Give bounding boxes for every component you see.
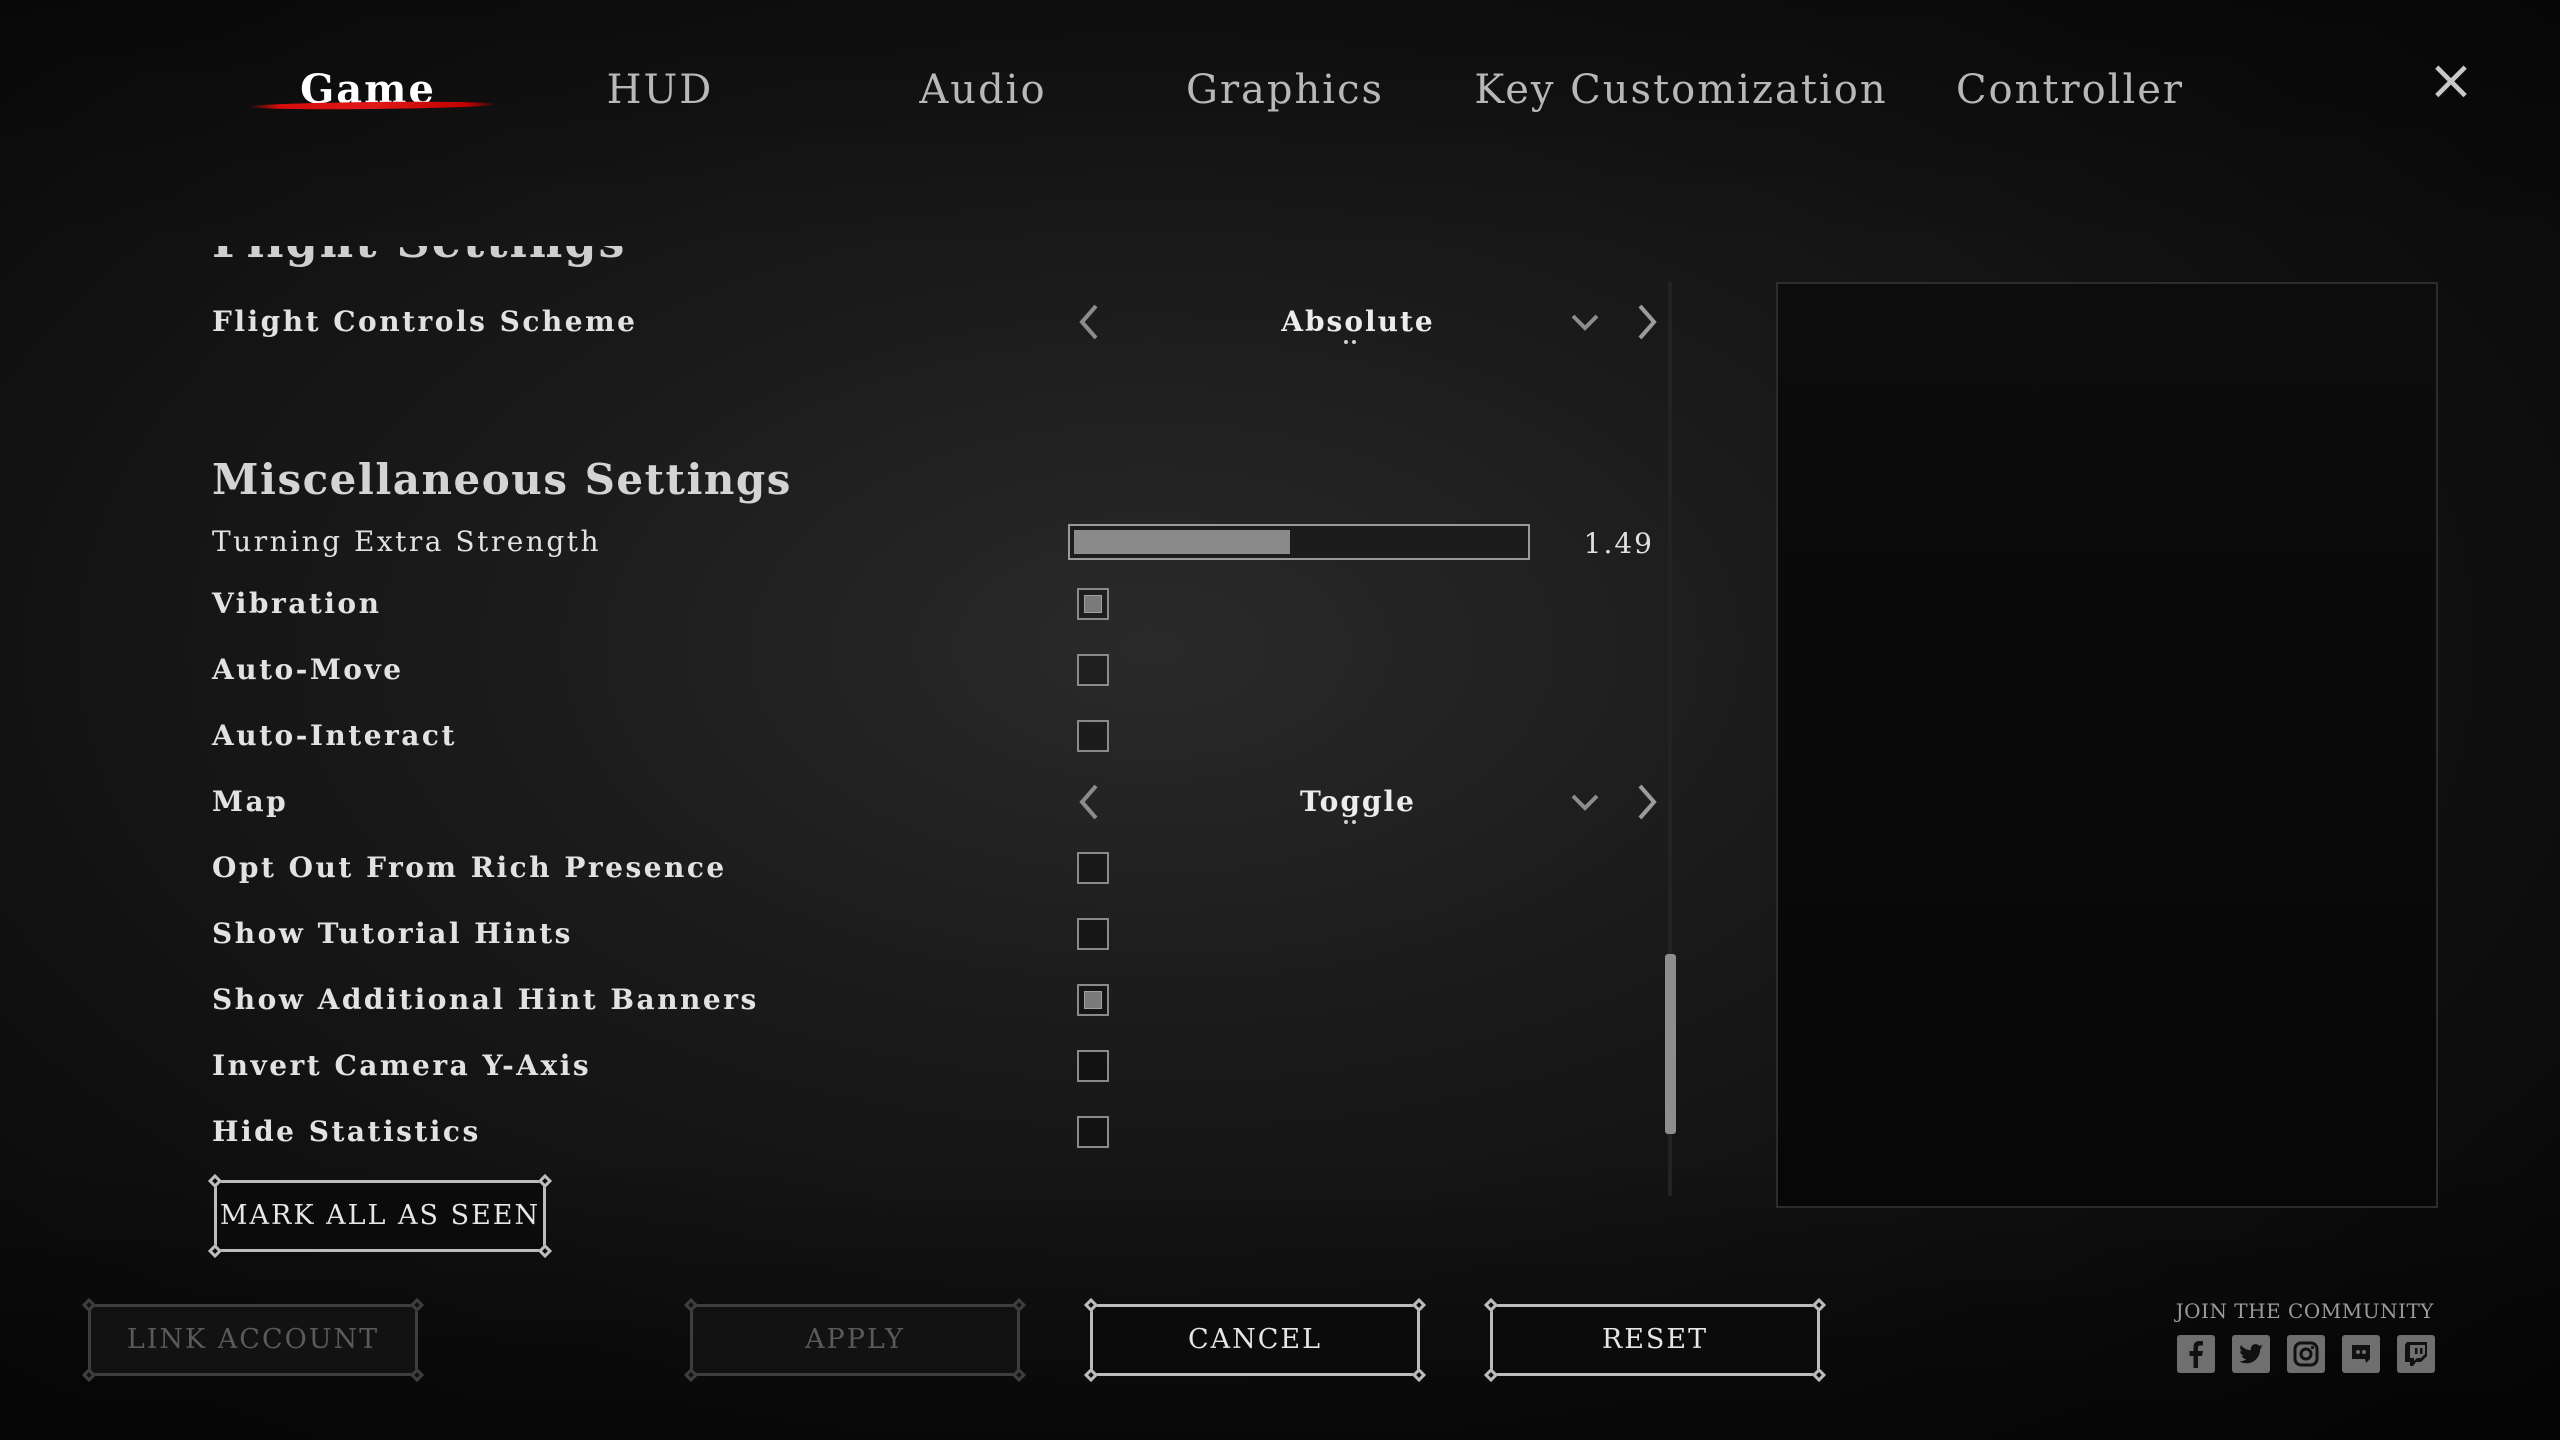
- reset-label: RESET: [1601, 1324, 1709, 1355]
- link-account-button[interactable]: LINK ACCOUNT: [81, 1297, 425, 1383]
- hide-statistics-checkbox[interactable]: [1077, 1116, 1109, 1148]
- mark-all-seen-button[interactable]: MARK ALL AS SEEN: [207, 1173, 553, 1259]
- map-next-arrow-icon[interactable]: [1626, 780, 1666, 824]
- flight-scheme-indicator: [1344, 340, 1364, 346]
- auto-move-checkbox[interactable]: [1077, 654, 1109, 686]
- tab-audio[interactable]: Audio: [883, 60, 1083, 120]
- flight-scheme-value: Absolute: [1281, 305, 1435, 338]
- tutorial-hints-checkbox[interactable]: [1077, 918, 1109, 950]
- auto-move-label: Auto-Move: [212, 653, 404, 686]
- map-chevron-down-icon[interactable]: [1568, 785, 1602, 819]
- hint-banners-checkbox[interactable]: [1077, 984, 1109, 1016]
- turning-strength-value: 1.49: [1583, 527, 1654, 560]
- rich-presence-checkbox[interactable]: [1077, 852, 1109, 884]
- mark-all-seen-label: MARK ALL AS SEEN: [219, 1200, 541, 1231]
- tab-key-customization[interactable]: Key Customization: [1466, 60, 1896, 120]
- settings-screen: Game HUD Audio Graphics Key Customizatio…: [0, 0, 2560, 1440]
- vibration-label: Vibration: [212, 587, 382, 620]
- invert-camera-label: Invert Camera Y-Axis: [212, 1049, 592, 1082]
- vibration-checkbox[interactable]: [1077, 588, 1109, 620]
- flight-controls-scheme-label: Flight Controls Scheme: [212, 305, 638, 338]
- instagram-icon[interactable]: [2286, 1334, 2326, 1374]
- cancel-button[interactable]: CANCEL: [1083, 1297, 1427, 1383]
- tutorial-hints-label: Show Tutorial Hints: [212, 917, 573, 950]
- apply-button[interactable]: APPLY: [683, 1297, 1027, 1383]
- apply-label: APPLY: [805, 1324, 905, 1355]
- tab-controller[interactable]: Controller: [1935, 60, 2205, 120]
- link-account-label: LINK ACCOUNT: [126, 1324, 380, 1355]
- misc-settings-heading: Miscellaneous Settings: [212, 455, 792, 504]
- auto-interact-label: Auto-Interact: [212, 719, 457, 752]
- settings-scroll-thumb[interactable]: [1665, 954, 1676, 1134]
- auto-interact-checkbox[interactable]: [1077, 720, 1109, 752]
- slider-fill: [1074, 530, 1290, 554]
- join-community-label: JOIN THE COMMUNITY: [2175, 1299, 2434, 1323]
- settings-tabs: Game HUD Audio Graphics Key Customizatio…: [0, 50, 2560, 130]
- setting-preview-panel: [1776, 282, 2438, 1208]
- tab-game[interactable]: Game: [268, 60, 468, 120]
- discord-icon[interactable]: [2341, 1334, 2381, 1374]
- rich-presence-label: Opt Out From Rich Presence: [212, 851, 727, 884]
- flight-settings-heading: Flight Settings: [212, 246, 626, 286]
- cancel-label: CANCEL: [1187, 1324, 1323, 1355]
- twitter-icon[interactable]: [2231, 1334, 2271, 1374]
- facebook-icon[interactable]: [2176, 1334, 2216, 1374]
- flight-scheme-next-arrow-icon[interactable]: [1626, 300, 1666, 344]
- invert-camera-checkbox[interactable]: [1077, 1050, 1109, 1082]
- flight-scheme-prev-arrow-icon[interactable]: [1070, 300, 1110, 344]
- hint-banners-label: Show Additional Hint Banners: [212, 983, 759, 1016]
- map-value: Toggle: [1300, 785, 1416, 818]
- hide-statistics-label: Hide Statistics: [212, 1115, 481, 1148]
- map-indicator: [1344, 820, 1364, 826]
- tab-graphics[interactable]: Graphics: [1165, 60, 1405, 120]
- reset-button[interactable]: RESET: [1483, 1297, 1827, 1383]
- map-prev-arrow-icon[interactable]: [1070, 780, 1110, 824]
- flight-scheme-chevron-down-icon[interactable]: [1568, 305, 1602, 339]
- tab-hud[interactable]: HUD: [560, 60, 760, 120]
- turning-strength-label: Turning Extra Strength: [212, 525, 602, 558]
- twitch-icon[interactable]: [2396, 1334, 2436, 1374]
- close-icon[interactable]: ×: [2424, 53, 2478, 109]
- turning-strength-slider[interactable]: [1068, 524, 1530, 560]
- map-label: Map: [212, 785, 289, 818]
